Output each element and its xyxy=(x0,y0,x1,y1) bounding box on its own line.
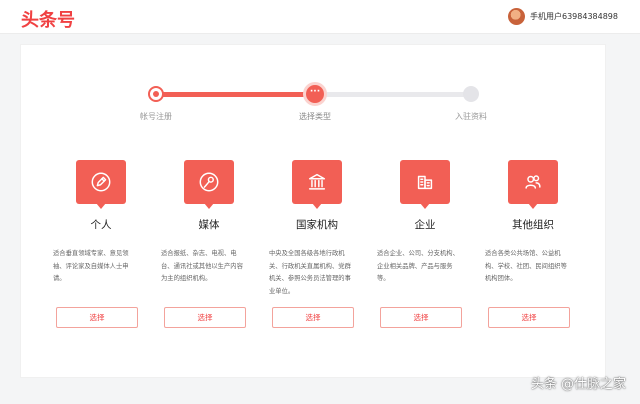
account-type-card: ··· 帐号注册 选择类型 入驻资料 个人 适合垂直领域专家、意见领袖、评论家及… xyxy=(20,44,606,378)
type-description: 适合报纸、杂志、电视、电台、通讯社或其他以生产内容为主的组织机构。 xyxy=(161,250,243,282)
type-description: 中央及全国各级各地行政机关、行政机关直属机构、党群机关、参照公务员法管理的事业单… xyxy=(269,250,351,295)
top-bar: 头条号 手机用户63984384898 xyxy=(0,0,640,34)
registration-stepper: ··· 帐号注册 选择类型 入驻资料 xyxy=(21,45,607,135)
select-personal-button[interactable]: 选择 xyxy=(56,307,138,328)
watermark-text: 头条 @仕脉之家 xyxy=(530,377,626,392)
type-title: 其他组织 xyxy=(512,219,554,231)
step-1-dot xyxy=(148,86,164,102)
type-title: 媒体 xyxy=(198,219,220,231)
type-option-government: 国家机构 中央及全国各级各地行政机关、行政机关直属机构、党群机关、参照公务员法管… xyxy=(269,160,360,328)
avatar[interactable] xyxy=(508,8,525,25)
government-building-icon[interactable] xyxy=(292,160,342,209)
user-menu[interactable]: 手机用户63984384898 xyxy=(508,8,618,25)
step-label-account-register: 帐号注册 xyxy=(140,112,172,121)
type-description: 适合企业、公司、分支机构、企业相关品牌、产品与服务等。 xyxy=(377,250,459,282)
type-description: 适合垂直领域专家、意见领袖、评论家及自媒体人士申请。 xyxy=(53,250,129,282)
select-enterprise-button[interactable]: 选择 xyxy=(380,307,462,328)
user-name[interactable]: 手机用户63984384898 xyxy=(530,11,618,22)
step-3-dot xyxy=(463,86,479,102)
stepper-track-completed xyxy=(156,92,316,97)
type-title: 个人 xyxy=(90,219,112,231)
group-people-icon[interactable] xyxy=(508,160,558,209)
step-label-onboarding-info: 入驻资料 xyxy=(455,112,487,121)
select-media-button[interactable]: 选择 xyxy=(164,307,246,328)
microphone-icon[interactable] xyxy=(184,160,234,209)
enterprise-building-icon[interactable] xyxy=(400,160,450,209)
step-2-dot: ··· xyxy=(303,82,327,106)
toutiao-logo[interactable]: 头条号 xyxy=(21,6,75,32)
type-description: 适合各类公共场馆、公益机构、学校、社团、民间组织等机构团体。 xyxy=(485,250,567,282)
select-other-organization-button[interactable]: 选择 xyxy=(488,307,570,328)
type-option-enterprise: 企业 适合企业、公司、分支机构、企业相关品牌、产品与服务等。 选择 xyxy=(377,160,468,328)
step-label-select-type: 选择类型 xyxy=(299,112,331,121)
type-option-personal: 个人 适合垂直领域专家、意见领袖、评论家及自媒体人士申请。 选择 xyxy=(53,160,144,328)
stepper-track-remaining xyxy=(316,92,471,97)
type-option-media: 媒体 适合报纸、杂志、电视、电台、通讯社或其他以生产内容为主的组织机构。 选择 xyxy=(161,160,252,328)
type-option-other-organization: 其他组织 适合各类公共场馆、公益机构、学校、社团、民间组织等机构团体。 选择 xyxy=(485,160,576,328)
type-title: 企业 xyxy=(414,219,436,231)
type-title: 国家机构 xyxy=(296,219,338,231)
select-government-button[interactable]: 选择 xyxy=(272,307,354,328)
pen-icon[interactable] xyxy=(76,160,126,209)
